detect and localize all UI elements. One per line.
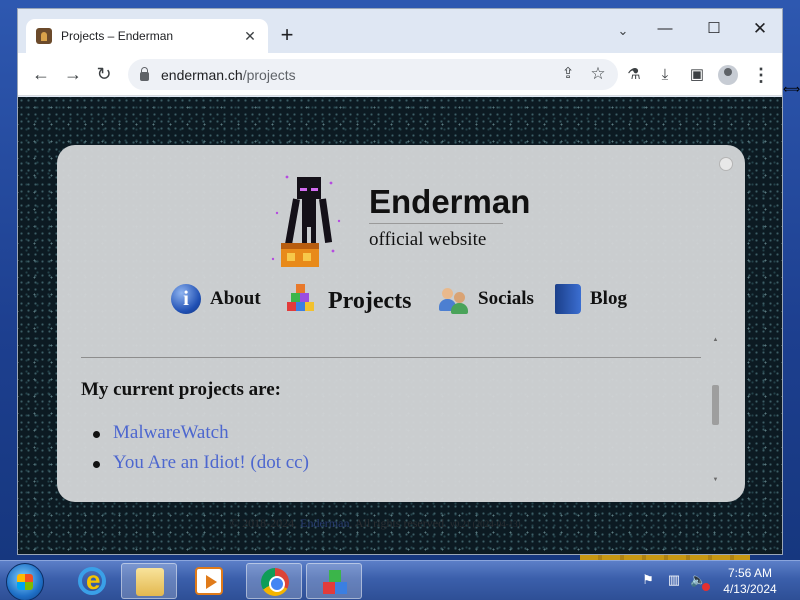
maximize-button[interactable]: ☐: [699, 17, 729, 41]
nav-projects[interactable]: Projects: [285, 284, 412, 318]
labs-icon[interactable]: ⚗: [622, 63, 646, 87]
people-icon: [439, 284, 469, 314]
enderman-avatar-icon: [271, 175, 341, 267]
projects-heading: My current projects are:: [81, 379, 281, 400]
taskbar-internet-explorer[interactable]: [64, 563, 120, 599]
menu-icon[interactable]: ⋮: [749, 63, 773, 87]
forward-button[interactable]: →: [60, 61, 86, 87]
list-item: You Are an Idiot! (dot cc): [93, 452, 309, 482]
address-bar[interactable]: enderman.ch/projects ⇪ ☆: [128, 59, 618, 90]
tab-search-icon[interactable]: ⌄: [614, 23, 632, 39]
taskbar-projects-app[interactable]: [306, 563, 362, 599]
share-icon[interactable]: ⇪: [558, 64, 578, 84]
tab-projects[interactable]: Projects – Enderman ✕: [26, 19, 268, 53]
title-underline: [369, 223, 503, 224]
taskbar-media-player[interactable]: [181, 563, 237, 599]
theme-toggle-icon[interactable]: [719, 157, 733, 171]
clock-date: 4/13/2024: [723, 582, 777, 596]
nav-blog-label: Blog: [590, 288, 627, 309]
internet-explorer-icon: [78, 565, 106, 596]
footer-rights: . All rights reserved.: [349, 516, 448, 530]
start-button[interactable]: [6, 563, 44, 600]
site-title: Enderman: [369, 183, 531, 220]
project-link-malwarewatch[interactable]: MalwareWatch: [113, 422, 229, 443]
taskbar-file-explorer[interactable]: [121, 563, 177, 599]
network-icon[interactable]: ▥: [666, 572, 682, 588]
footer-copyright: © 2018-2024,: [230, 516, 298, 530]
taskbar-clock[interactable]: 7:56 AM 4/13/2024: [714, 565, 786, 597]
scroll-down-icon[interactable]: ▼: [711, 477, 720, 483]
page-footer: © 2018-2024, Enderman. All rights reserv…: [230, 516, 521, 531]
tab-title: Projects – Enderman: [61, 29, 174, 43]
volume-muted-icon[interactable]: 🔈: [690, 572, 710, 591]
action-center-flag-icon[interactable]: ⚑: [640, 572, 656, 588]
content-divider: [81, 357, 701, 358]
book-icon: [555, 284, 581, 314]
content-card: Enderman official website About Projects: [57, 145, 745, 502]
nav-projects-label: Projects: [328, 287, 412, 314]
browser-toolbar: ← → ↻ enderman.ch/projects ⇪ ☆ ⚗ ⤓ ▣ ⋮: [18, 53, 782, 96]
media-player-icon: [195, 567, 223, 595]
projects-list: MalwareWatch You Are an Idiot! (dot cc): [93, 422, 309, 482]
nav-about-label: About: [210, 288, 261, 309]
new-tab-button[interactable]: +: [274, 23, 300, 47]
lock-icon[interactable]: [140, 66, 149, 81]
chrome-icon: [261, 568, 289, 596]
profile-icon[interactable]: [716, 63, 740, 87]
site-subtitle: official website: [369, 229, 487, 250]
nav-socials-label: Socials: [478, 288, 534, 309]
minimize-button[interactable]: —: [650, 17, 680, 41]
browser-window: Projects – Enderman ✕ + ⌄ — ☐ ✕ ← → ↻ en…: [17, 8, 783, 555]
nav-socials[interactable]: Socials: [439, 284, 534, 314]
projects-icon: [285, 284, 319, 318]
side-panel-icon[interactable]: ▣: [685, 63, 709, 87]
enderman-favicon-icon: [36, 28, 52, 44]
footer-owner-link[interactable]: Enderman: [300, 516, 349, 530]
star-icon[interactable]: ☆: [588, 64, 608, 84]
list-item: MalwareWatch: [93, 422, 309, 452]
taskbar: ⚑ ▥ 🔈 7:56 AM 4/13/2024: [0, 560, 800, 600]
project-link-you-are-an-idiot[interactable]: You Are an Idiot! (dot cc): [113, 452, 309, 473]
page-viewport: Enderman official website About Projects: [18, 97, 782, 554]
nav-blog[interactable]: Blog: [555, 284, 627, 314]
back-button[interactable]: ←: [28, 61, 54, 87]
content-scrollbar[interactable]: ▲ ▼: [711, 335, 720, 483]
info-icon: [171, 284, 201, 314]
download-icon[interactable]: ⤓: [653, 63, 677, 87]
tab-strip: Projects – Enderman ✕ + ⌄ — ☐ ✕: [18, 9, 782, 53]
close-window-button[interactable]: ✕: [745, 17, 775, 41]
projects-app-icon: [321, 568, 349, 596]
tab-close-icon[interactable]: ✕: [242, 28, 258, 45]
url-path: /projects: [242, 66, 296, 83]
reload-button[interactable]: ↻: [91, 61, 117, 87]
scroll-up-icon[interactable]: ▲: [711, 337, 720, 343]
scroll-thumb[interactable]: [712, 385, 719, 425]
folder-icon: [136, 568, 164, 596]
footer-version: v0.21 (2024-04-13): [450, 519, 521, 529]
resize-cursor-icon: ⟺: [783, 82, 800, 96]
taskbar-chrome[interactable]: [246, 563, 302, 599]
nav-about[interactable]: About: [171, 284, 261, 314]
clock-time: 7:56 AM: [727, 566, 773, 580]
url-host: enderman.ch: [161, 66, 243, 83]
